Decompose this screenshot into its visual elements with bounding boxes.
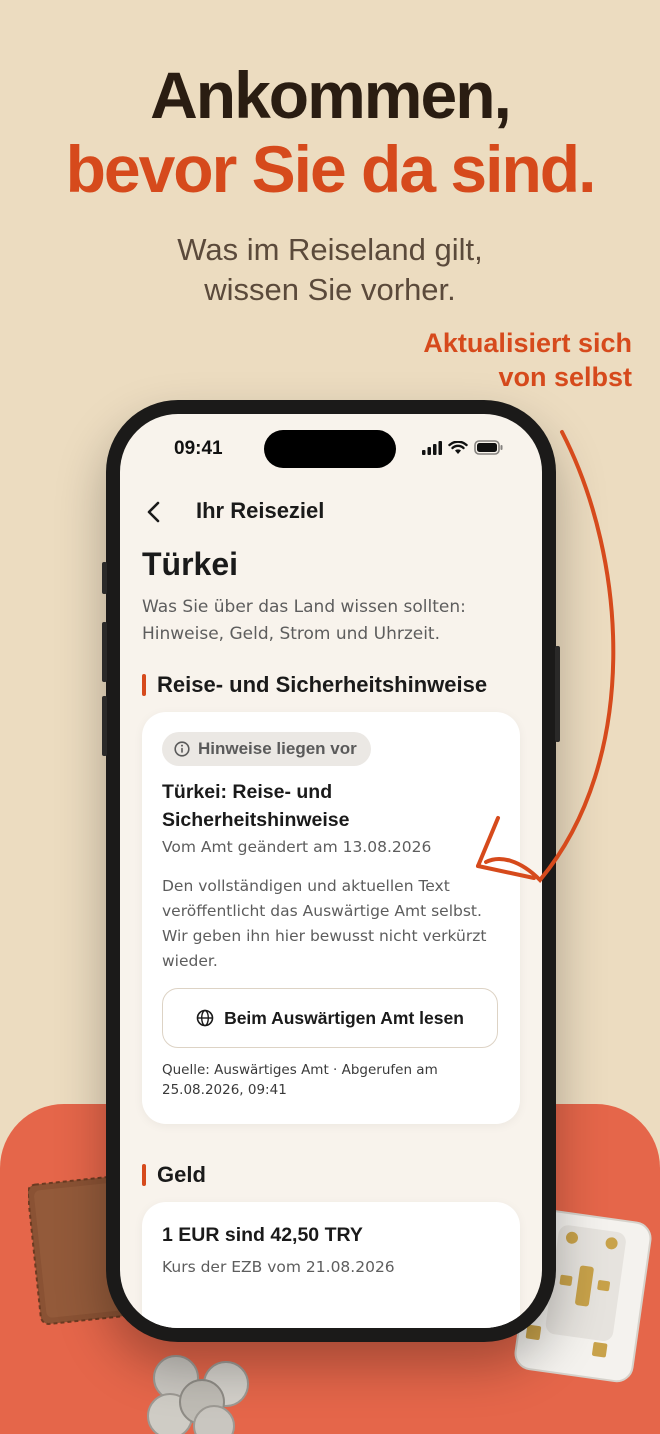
- globe-icon: [196, 1009, 214, 1027]
- phone-side-button: [102, 562, 107, 594]
- phone-screen[interactable]: 09:41 Ihr Reiseziel Türkei Was Sie über …: [120, 414, 542, 1328]
- source-note: Quelle: Auswärtiges Amt · Abgerufen am 2…: [162, 1062, 438, 1098]
- section-heading-safety: Reise- und Sicherheitshinweise: [142, 672, 487, 698]
- headline-line-1: Ankommen,: [150, 58, 512, 132]
- status-icons: [422, 440, 504, 455]
- nav-title: Ihr Reiseziel: [196, 498, 325, 523]
- page-title: Türkei: [142, 546, 239, 582]
- card-title: Türkei: Reise- und Sicherheitshinweise: [162, 781, 350, 831]
- battery-icon: [474, 440, 503, 455]
- section-accent-bar: [142, 674, 146, 696]
- annotation-line-2: von selbst: [498, 362, 632, 392]
- section-accent-bar: [142, 1164, 146, 1186]
- exchange-rate: 1 EUR sind 42,50 TRY: [162, 1224, 363, 1246]
- wifi-icon: [448, 440, 468, 454]
- phone-side-button: [102, 696, 107, 756]
- subline: Was im Reiseland gilt, wissen Sie vorher…: [0, 230, 660, 310]
- chevron-left-icon[interactable]: [142, 498, 166, 526]
- status-time: 09:41: [174, 438, 223, 459]
- headline-line-2: bevor Sie da sind.: [65, 132, 597, 206]
- headline: Ankommen, bevor Sie da sind.: [0, 58, 660, 206]
- dynamic-island: [264, 430, 396, 468]
- coins-illustration: [147, 1355, 249, 1434]
- button-label: Beim Auswärtigen Amt lesen: [224, 1007, 464, 1028]
- info-icon: [174, 741, 190, 757]
- annotation: Aktualisiert sich von selbst: [423, 326, 632, 394]
- section-title: Reise- und Sicherheitshinweise: [157, 672, 488, 697]
- page-intro: Was Sie über das Land wissen sollten: Hi…: [142, 597, 466, 644]
- safety-card: Hinweise liegen vor Türkei: Reise- und S…: [142, 712, 520, 1124]
- navigation-bar: Ihr Reiseziel: [120, 492, 542, 532]
- subline-line-1: Was im Reiseland gilt,: [177, 232, 483, 267]
- status-badge-label: Hinweise liegen vor: [198, 739, 357, 758]
- card-body-text: Den vollständigen und aktuellen Text ver…: [162, 877, 487, 970]
- subline-line-2: wissen Sie vorher.: [204, 272, 456, 307]
- annotation-line-1: Aktualisiert sich: [423, 328, 632, 358]
- read-at-foreign-office-button[interactable]: Beim Auswärtigen Amt lesen: [162, 988, 498, 1048]
- phone-frame: 09:41 Ihr Reiseziel Türkei Was Sie über …: [102, 400, 560, 1342]
- phone-side-button: [555, 646, 560, 742]
- money-card: 1 EUR sind 42,50 TRY Kurs der EZB vom 21…: [142, 1202, 520, 1328]
- changed-date: Vom Amt geändert am 13.08.2026: [162, 838, 432, 856]
- signal-icon: [422, 440, 442, 455]
- phone-side-button: [102, 622, 107, 682]
- exchange-rate-source: Kurs der EZB vom 21.08.2026: [162, 1258, 395, 1276]
- section-heading-money: Geld: [142, 1162, 206, 1188]
- section-title: Geld: [157, 1162, 206, 1187]
- status-badge: Hinweise liegen vor: [162, 732, 371, 766]
